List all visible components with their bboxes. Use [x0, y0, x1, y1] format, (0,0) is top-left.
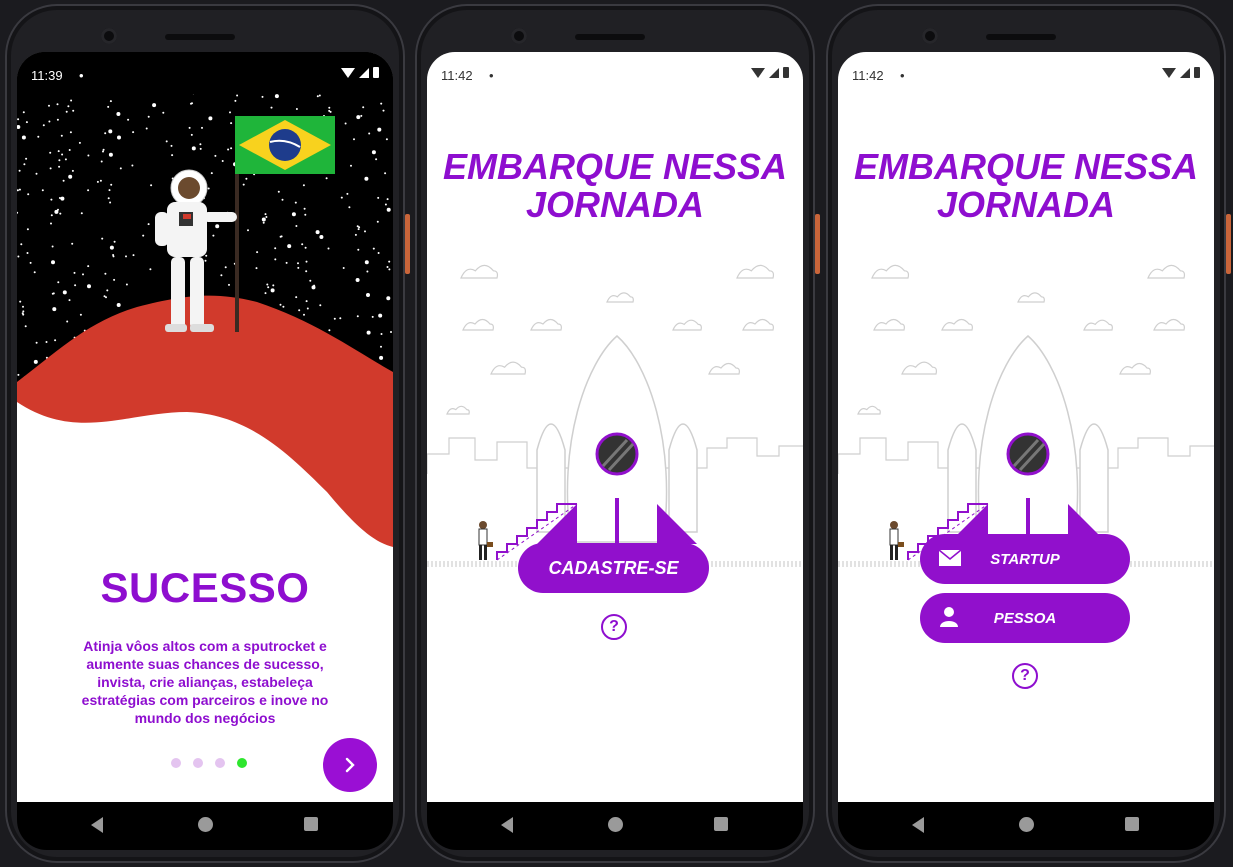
question-circle-icon[interactable]: ?	[601, 614, 627, 640]
page-indicator	[171, 758, 247, 768]
person-button-label: PESSOA	[993, 609, 1057, 627]
front-camera	[101, 28, 117, 44]
page-dot-active[interactable]	[237, 758, 247, 768]
astronaut-hero-illustration	[17, 52, 393, 552]
back-icon[interactable]	[912, 817, 924, 833]
welcome-headline: EMBARQUE NESSA JORNADA	[853, 146, 1199, 225]
onboarding-screen: 11:39 • SUCESSO Atinja vôos altos com a …	[17, 52, 393, 802]
notification-dot: •	[79, 68, 84, 83]
phone-frame-1: 11:39 • SUCESSO Atinja vôos altos com a …	[5, 4, 410, 863]
status-bar: 11:42 •	[838, 52, 1214, 94]
wifi-icon	[751, 67, 765, 78]
battery-icon	[783, 67, 789, 78]
android-nav-bar	[427, 802, 803, 850]
envelope-icon	[938, 549, 962, 566]
help-glyph: ?	[1020, 667, 1030, 684]
recents-icon[interactable]	[714, 817, 728, 831]
status-bar: 11:42 •	[427, 52, 803, 94]
cellular-signal-icon	[359, 67, 369, 78]
battery-icon	[1194, 67, 1200, 78]
next-button[interactable]	[323, 738, 377, 792]
home-icon[interactable]	[1019, 817, 1034, 832]
status-bar: 11:39 •	[17, 52, 393, 94]
starfield-illustration	[17, 52, 393, 552]
welcome-screen: 11:42 • EMBARQUE NESSA JORNADA CADASTRE-…	[427, 52, 803, 802]
home-icon[interactable]	[608, 817, 623, 832]
earpiece-speaker	[165, 34, 235, 40]
recents-icon[interactable]	[304, 817, 318, 831]
phone-frame-2: 11:42 • EMBARQUE NESSA JORNADA CADASTRE-…	[415, 4, 820, 863]
rocket-illustration	[427, 232, 803, 567]
earpiece-speaker	[575, 34, 645, 40]
cellular-signal-icon	[1180, 67, 1190, 78]
question-circle-icon[interactable]: ?	[1012, 663, 1038, 689]
welcome-headline: EMBARQUE NESSA JORNADA	[442, 146, 788, 225]
back-icon[interactable]	[91, 817, 103, 833]
startup-button-label: STARTUP	[990, 550, 1060, 568]
volume-button	[815, 214, 820, 274]
home-icon[interactable]	[198, 817, 213, 832]
signup-button-label: CADASTRE-SE	[548, 557, 679, 578]
phone-frame-3: 11:42 • EMBARQUE NESSA JORNADA STARTUP P…	[826, 4, 1231, 863]
wifi-icon	[1162, 67, 1176, 78]
earpiece-speaker	[986, 34, 1056, 40]
status-time: 11:39	[31, 68, 63, 83]
notification-dot: •	[900, 68, 905, 83]
signup-button[interactable]: CADASTRE-SE	[518, 543, 709, 593]
person-icon	[940, 607, 958, 627]
front-camera	[922, 28, 938, 44]
account-type-screen: 11:42 • EMBARQUE NESSA JORNADA STARTUP P…	[838, 52, 1214, 802]
android-nav-bar	[17, 802, 393, 850]
status-time: 11:42	[441, 68, 473, 83]
wifi-icon	[341, 67, 355, 78]
status-time: 11:42	[852, 68, 884, 83]
onboarding-description: Atinja vôos altos com a sputrocket e aum…	[81, 638, 329, 726]
onboarding-title: SUCESSO	[100, 564, 310, 611]
volume-button	[405, 214, 410, 274]
person-button[interactable]: PESSOA	[920, 593, 1130, 643]
page-dot[interactable]	[193, 758, 203, 768]
battery-icon	[373, 67, 379, 78]
chevron-right-icon	[345, 757, 355, 773]
page-dot[interactable]	[215, 758, 225, 768]
front-camera	[511, 28, 527, 44]
help-glyph: ?	[609, 618, 619, 635]
rocket-illustration	[838, 232, 1214, 567]
back-icon[interactable]	[501, 817, 513, 833]
notification-dot: •	[489, 68, 494, 83]
recents-icon[interactable]	[1125, 817, 1139, 831]
page-dot[interactable]	[171, 758, 181, 768]
android-nav-bar	[838, 802, 1214, 850]
cellular-signal-icon	[769, 67, 779, 78]
volume-button	[1226, 214, 1231, 274]
startup-button[interactable]: STARTUP	[920, 534, 1130, 584]
